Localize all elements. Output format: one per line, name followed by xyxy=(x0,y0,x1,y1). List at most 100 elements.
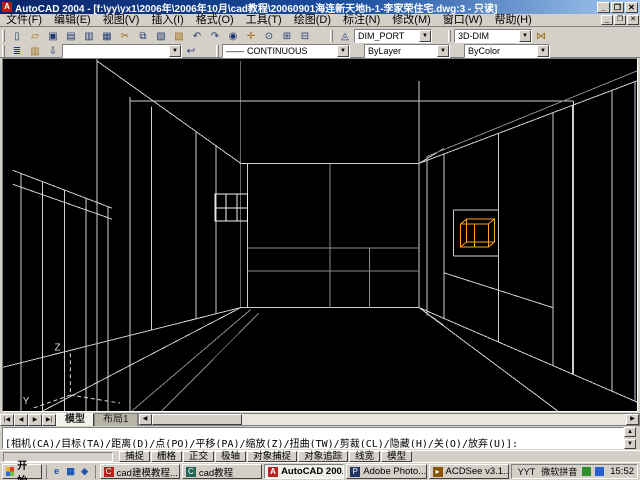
plot-icon[interactable]: ▤ xyxy=(62,29,80,44)
zoom-realtime-icon[interactable]: ⊙ xyxy=(260,29,278,44)
scrollbar-thumb[interactable] xyxy=(152,414,242,425)
redo-icon[interactable]: ↷ xyxy=(206,29,224,44)
plotstyle-combo[interactable]: ByColor ▼ xyxy=(464,44,550,58)
tab-layout1[interactable]: 布局1 xyxy=(94,413,138,426)
polar-toggle[interactable]: 极轴 xyxy=(215,451,246,462)
open-file-icon[interactable]: ▱ xyxy=(26,29,44,44)
model-viewport[interactable]: Z Y xyxy=(2,58,638,412)
menu-window[interactable]: 窗口(W) xyxy=(437,14,489,27)
chevron-down-icon[interactable]: ▼ xyxy=(169,45,181,57)
task-button-acdsee[interactable]: ▸ ACDSee v3.1... xyxy=(429,464,509,479)
scroll-right-icon[interactable]: ▶ xyxy=(626,414,639,425)
scroll-down-icon[interactable]: ▼ xyxy=(624,439,636,449)
tab-nav-next-icon[interactable]: ▶ xyxy=(28,414,42,426)
otrack-toggle[interactable]: 对象追踪 xyxy=(298,451,348,462)
zoom-previous-icon[interactable]: ⊟ xyxy=(296,29,314,44)
menu-draw[interactable]: 绘图(D) xyxy=(288,14,337,27)
layer-states-icon[interactable]: ▥ xyxy=(26,44,44,59)
internet-explorer-icon[interactable]: e xyxy=(50,465,64,478)
dim-style-combo[interactable]: DIM_PORT ▼ xyxy=(354,29,432,43)
copy-icon[interactable]: ⧉ xyxy=(134,29,152,44)
minimize-button[interactable]: _ xyxy=(597,2,610,13)
layer-combo[interactable]: ▼ xyxy=(62,44,182,58)
start-label: 开始 xyxy=(17,457,35,480)
hyperlink-icon[interactable]: ◉ xyxy=(224,29,242,44)
paste-icon[interactable]: ▧ xyxy=(152,29,170,44)
status-bar: 捕捉 栅格 正交 极轴 对象捕捉 对象追踪 线宽 模型 xyxy=(0,450,640,462)
document-minimize-button[interactable]: _ xyxy=(601,15,613,25)
wireframe-drawing: Z Y xyxy=(3,59,637,411)
media-player-icon[interactable]: ◈ xyxy=(78,465,92,478)
task-button-photoshop[interactable]: P Adobe Photo... xyxy=(346,464,426,479)
tray-app-icon[interactable] xyxy=(582,467,591,476)
command-text-area[interactable]: [相机(CA)/目标(TA)/距离(D)/点(PO)/平移(PA)/缩放(Z)/… xyxy=(2,427,624,449)
restore-button[interactable]: ❐ xyxy=(611,2,624,13)
chevron-down-icon[interactable]: ▼ xyxy=(419,30,431,42)
dim-linear-icon[interactable]: ◬ xyxy=(336,29,354,44)
document-close-button[interactable]: ✕ xyxy=(627,15,639,25)
layers-icon[interactable]: ≣ xyxy=(8,44,26,59)
photoshop-task-icon: P xyxy=(350,467,360,477)
menu-help[interactable]: 帮助(H) xyxy=(489,14,538,27)
menu-file[interactable]: 文件(F) xyxy=(0,14,48,27)
cut-icon[interactable]: ✂ xyxy=(116,29,134,44)
match-properties-icon[interactable]: ▨ xyxy=(170,29,188,44)
menu-edit[interactable]: 编辑(E) xyxy=(48,14,97,27)
layer-previous-icon[interactable]: ↩ xyxy=(182,44,200,59)
publish-icon[interactable]: ▦ xyxy=(98,29,116,44)
text-style-combo[interactable]: 3D-DIM ▼ xyxy=(454,29,532,43)
menu-tools[interactable]: 工具(T) xyxy=(240,14,288,27)
tab-model[interactable]: 模型 xyxy=(56,413,94,426)
volume-icon[interactable] xyxy=(595,467,604,476)
toolbar-grip[interactable] xyxy=(330,30,333,42)
make-object-layer-current-icon[interactable]: ⇩ xyxy=(44,44,62,59)
chevron-down-icon[interactable]: ▼ xyxy=(537,45,549,57)
toolbar-grip[interactable] xyxy=(2,45,5,57)
ortho-toggle[interactable]: 正交 xyxy=(183,451,214,462)
start-button[interactable]: 开始 xyxy=(2,464,42,479)
snap-toggle[interactable]: 捕捉 xyxy=(119,451,150,462)
close-button[interactable]: ✕ xyxy=(625,2,638,13)
command-scrollbar[interactable]: ▲ ▼ xyxy=(624,427,636,449)
toolbar-grip[interactable] xyxy=(216,45,219,57)
toolbar-grip[interactable] xyxy=(2,30,5,42)
scroll-up-icon[interactable]: ▲ xyxy=(624,427,636,437)
show-desktop-icon[interactable]: ▦ xyxy=(64,465,78,478)
title-bar[interactable]: A AutoCAD 2004 - [f:\yy\yx1\2006年\2006年1… xyxy=(0,0,640,14)
menu-modify[interactable]: 修改(M) xyxy=(386,14,437,27)
menu-format[interactable]: 格式(O) xyxy=(190,14,240,27)
scroll-left-icon[interactable]: ◀ xyxy=(139,414,152,425)
save-icon[interactable]: ▣ xyxy=(44,29,62,44)
task-button-cad-modeling-tutorial[interactable]: C cad建模教程... xyxy=(100,464,180,479)
quick-launch-bar: e ▦ ◈ xyxy=(46,465,96,479)
tray-text-yyt[interactable]: YYT xyxy=(518,467,536,477)
lineweight-combo[interactable]: ByLayer ▼ xyxy=(364,44,450,58)
toolbar-grip[interactable] xyxy=(448,30,451,42)
tab-nav-prev-icon[interactable]: ◀ xyxy=(14,414,28,426)
new-file-icon[interactable]: ▯ xyxy=(8,29,26,44)
pan-icon[interactable]: ✛ xyxy=(242,29,260,44)
undo-icon[interactable]: ↶ xyxy=(188,29,206,44)
model-space-toggle[interactable]: 模型 xyxy=(381,451,412,462)
document-restore-button[interactable]: ❐ xyxy=(614,15,626,25)
task-button-cad-tutorial[interactable]: C cad教程 xyxy=(182,464,262,479)
zoom-window-icon[interactable]: ⊞ xyxy=(278,29,296,44)
menu-insert[interactable]: 插入(I) xyxy=(145,14,189,27)
tab-nav-first-icon[interactable]: |◀ xyxy=(0,414,14,426)
linetype-combo[interactable]: —— CONTINUOUS ▼ xyxy=(222,44,350,58)
grid-toggle[interactable]: 栅格 xyxy=(151,451,182,462)
lineweight-toggle[interactable]: 线宽 xyxy=(349,451,380,462)
dim-angular-icon[interactable]: ⋈ xyxy=(532,29,550,44)
chevron-down-icon[interactable]: ▼ xyxy=(337,45,349,57)
osnap-toggle[interactable]: 对象捕捉 xyxy=(247,451,297,462)
menu-view[interactable]: 视图(V) xyxy=(97,14,146,27)
horizontal-scrollbar[interactable]: ◀ ▶ xyxy=(138,413,640,426)
tab-nav-last-icon[interactable]: ▶| xyxy=(42,414,56,426)
task-button-autocad[interactable]: A AutoCAD 200... xyxy=(264,464,344,479)
print-preview-icon[interactable]: ▥ xyxy=(80,29,98,44)
ime-indicator[interactable]: 微软拼音 xyxy=(541,465,577,478)
command-history-line xyxy=(5,428,621,439)
menu-dimension[interactable]: 标注(N) xyxy=(337,14,386,27)
chevron-down-icon[interactable]: ▼ xyxy=(437,45,449,57)
chevron-down-icon[interactable]: ▼ xyxy=(519,30,531,42)
